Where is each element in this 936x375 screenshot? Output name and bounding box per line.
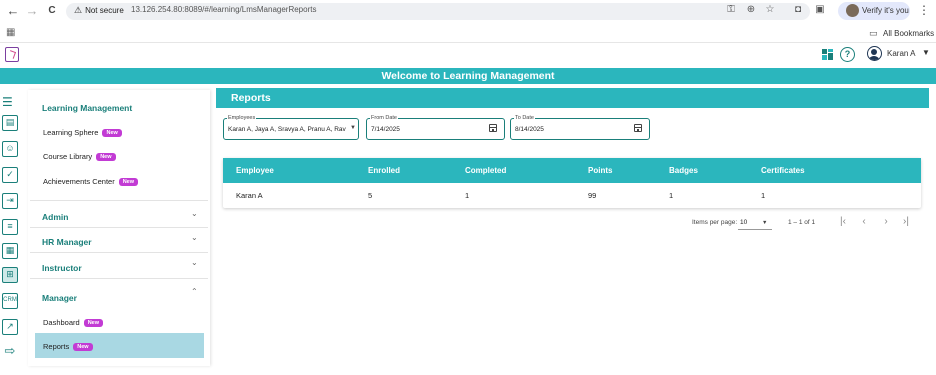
menu-item-label: Reports (43, 342, 70, 351)
chevron-down-icon[interactable]: ⌄ (191, 258, 198, 267)
user-menu-caret-icon[interactable]: ▼ (922, 48, 930, 57)
bookmarks-bar (0, 24, 936, 43)
security-label: Not secure (85, 6, 124, 15)
extensions-icon[interactable]: ▣ (813, 4, 827, 15)
last-page-icon[interactable]: ›| (900, 216, 912, 227)
document-user-icon[interactable]: ≡ (1, 218, 19, 236)
camera-icon[interactable]: ◘ (791, 4, 805, 15)
select-caret-icon[interactable]: ▼ (762, 220, 767, 226)
star-icon[interactable]: ☆ (763, 4, 777, 15)
select-underline (738, 229, 772, 230)
new-badge: New (102, 129, 122, 137)
calendar-picker-icon[interactable] (634, 124, 642, 132)
previous-page-icon[interactable]: ‹ (858, 216, 870, 227)
profile-avatar (846, 4, 859, 17)
section-learning-management: Learning Management (42, 103, 133, 113)
welcome-banner: Welcome to Learning Management (0, 68, 936, 84)
next-page-icon[interactable]: › (880, 216, 892, 227)
menu-item-label: Dashboard (43, 318, 80, 327)
reload-button[interactable]: C (44, 3, 60, 19)
menu-item-label: Learning Sphere (43, 128, 99, 137)
column-header-badges[interactable]: Badges (669, 166, 698, 175)
menu-item-reports[interactable]: Reports New (43, 342, 93, 351)
security-indicator[interactable]: ⚠ Not secure (74, 5, 124, 16)
help-icon[interactable]: ? (840, 47, 855, 62)
items-per-page-label: Items per page: (692, 219, 738, 226)
section-admin[interactable]: Admin (42, 212, 68, 222)
table-cell-certificates: 1 (761, 191, 766, 200)
chevron-up-icon[interactable]: ⌃ (191, 287, 198, 296)
user-avatar-icon[interactable] (867, 46, 882, 61)
calendar-icon[interactable]: ▤ (1, 114, 19, 132)
dropdown-caret-icon[interactable]: ▼ (350, 125, 356, 131)
divider (30, 278, 208, 279)
manager-dashboard-icon[interactable]: ⊞ (1, 266, 19, 284)
page-title: Reports (231, 92, 271, 104)
section-hr-manager[interactable]: HR Manager (42, 237, 92, 247)
calendar-grid-icon[interactable]: ▦ (1, 242, 19, 260)
table-cell-badges: 1 (669, 191, 674, 200)
employees-value: Karan A, Jaya A, Sravya A, Pranu A, Ravi… (228, 126, 346, 133)
all-bookmarks-link[interactable]: All Bookmarks (883, 29, 934, 38)
menu-item-achievements-center[interactable]: Achievements Center New (43, 177, 139, 186)
menu-item-course-library[interactable]: Course Library New (43, 152, 116, 161)
from-date-label: From Date (370, 115, 398, 121)
menu-item-label: Achievements Center (43, 177, 115, 186)
table-cell-enrolled: 5 (368, 191, 373, 200)
apps-grid-icon[interactable]: ▦ (6, 27, 15, 38)
items-per-page-select[interactable]: 10 (740, 219, 747, 226)
reports-header-bar (216, 88, 929, 108)
logout-icon[interactable]: ⇨ (1, 343, 19, 361)
dashboard-grid-icon[interactable] (822, 49, 834, 61)
app-header (0, 44, 936, 68)
url-text[interactable]: 13.126.254.80:8089/#/learning/LmsManager… (131, 5, 316, 14)
analytics-chart-icon[interactable]: ↗ (1, 318, 19, 336)
calendar-picker-icon[interactable] (489, 124, 497, 132)
column-header-completed[interactable]: Completed (465, 166, 506, 175)
table-cell-completed: 1 (465, 191, 470, 200)
employees-label: Employees (227, 115, 257, 121)
column-header-enrolled[interactable]: Enrolled (368, 166, 400, 175)
people-group-icon[interactable]: ☺ (1, 140, 19, 158)
table-cell-employee: Karan A (236, 191, 263, 200)
back-button[interactable]: ← (5, 3, 21, 19)
new-badge: New (96, 153, 116, 161)
app-logo[interactable] (5, 47, 19, 62)
table-cell-points: 99 (588, 191, 597, 200)
divider (30, 252, 208, 253)
table-header (223, 158, 921, 183)
new-badge: New (73, 343, 93, 351)
section-instructor[interactable]: Instructor (42, 263, 82, 273)
new-badge: New (118, 178, 139, 186)
folder-icon: ▭ (869, 28, 878, 38)
section-manager[interactable]: Manager (42, 293, 77, 303)
verify-label: Verify it's you (862, 6, 909, 15)
from-date-value[interactable]: 7/14/2025 (371, 126, 400, 133)
to-date-value[interactable]: 8/14/2025 (515, 126, 544, 133)
column-header-employee[interactable]: Employee (236, 166, 274, 175)
hamburger-menu-icon[interactable]: ☰ (2, 95, 13, 109)
pagination-range: 1 – 1 of 1 (788, 219, 816, 226)
menu-item-learning-sphere[interactable]: Learning Sphere New (43, 128, 122, 137)
chevron-down-icon[interactable]: ⌄ (191, 233, 198, 242)
column-header-points[interactable]: Points (588, 166, 612, 175)
column-header-certificates[interactable]: Certificates (761, 166, 805, 175)
new-badge: New (83, 319, 104, 327)
first-page-icon[interactable]: |‹ (837, 216, 849, 227)
calendar-arrow-icon[interactable]: ⇥ (1, 192, 19, 210)
to-date-label: To Date (514, 115, 535, 121)
menu-item-dashboard[interactable]: Dashboard New (43, 318, 104, 327)
divider (30, 200, 208, 201)
key-icon[interactable]: ⚿ (724, 4, 738, 15)
menu-item-label: Course Library (43, 152, 93, 161)
zoom-icon[interactable]: ⊕ (744, 4, 758, 15)
divider (30, 227, 208, 228)
checklist-calendar-icon[interactable]: ✓ (1, 166, 19, 184)
browser-menu-icon[interactable]: ⋮ (918, 3, 930, 17)
chevron-down-icon[interactable]: ⌄ (191, 209, 198, 218)
warning-icon: ⚠ (74, 5, 83, 15)
forward-button[interactable]: → (24, 3, 40, 19)
user-name[interactable]: Karan A (887, 49, 915, 58)
crm-icon[interactable]: CRM (1, 292, 19, 310)
